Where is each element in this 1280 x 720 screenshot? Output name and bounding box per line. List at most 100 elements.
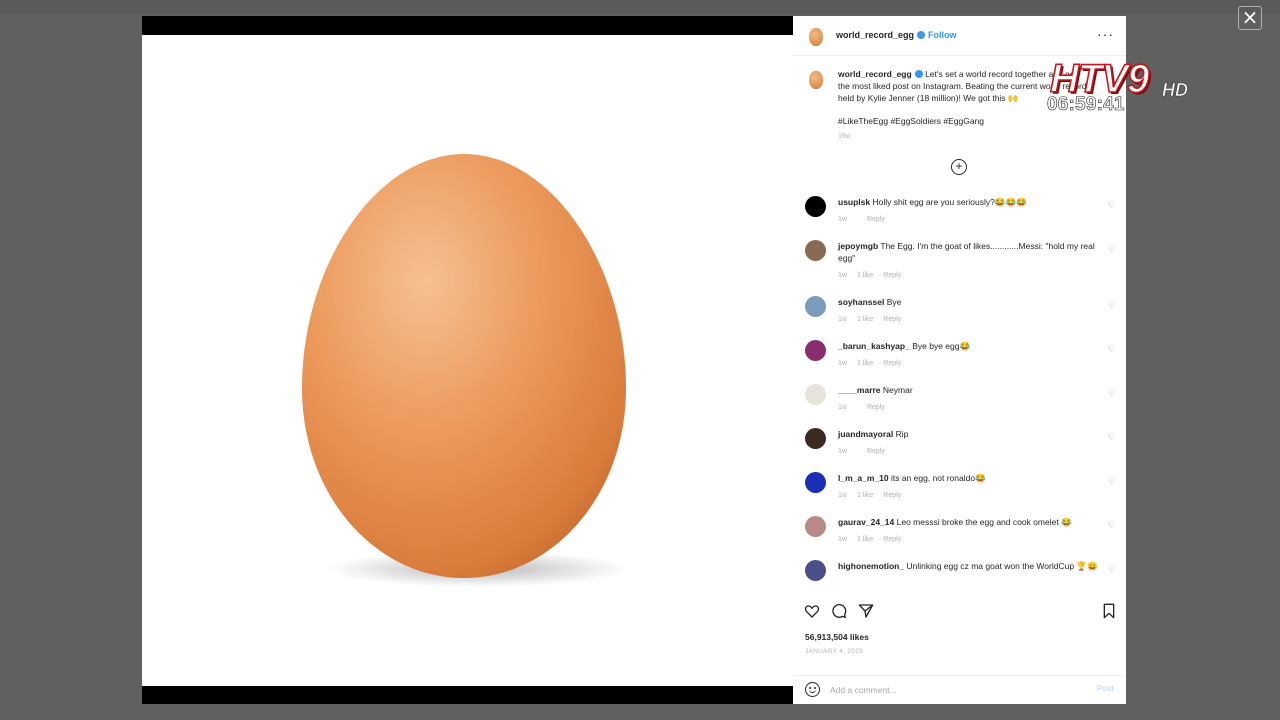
letterbox-bottom xyxy=(142,686,793,704)
comment-username[interactable]: juandmayoral xyxy=(838,429,893,439)
comment-time: 1w xyxy=(838,216,847,223)
post-image[interactable] xyxy=(142,16,793,704)
post-comment-button[interactable]: Post xyxy=(1097,684,1114,693)
comment-avatar[interactable] xyxy=(805,240,826,261)
comment-body: Leo messsi broke the egg and cook omelet… xyxy=(896,517,1072,527)
comment-meta: 1w 1 like Reply xyxy=(838,536,911,543)
bookmark-icon[interactable] xyxy=(1101,603,1117,619)
comment-heart-icon[interactable]: ♡ xyxy=(1108,300,1116,311)
comment-meta: 1w Reply xyxy=(838,448,895,455)
comment-time: 1w xyxy=(838,536,847,543)
comment-reply-button[interactable]: Reply xyxy=(883,316,901,323)
comment-username[interactable]: usuplsk xyxy=(838,197,870,207)
comment-item: juandmayoral Rip 1w Reply ♡ xyxy=(793,424,1126,468)
comment-heart-icon[interactable]: ♡ xyxy=(1108,388,1116,399)
comment-likes[interactable]: 1 like xyxy=(857,316,873,323)
comment-body: Holly shit egg are you seriously?😂😂😂 xyxy=(872,197,1027,207)
comment-likes[interactable]: 1 like xyxy=(857,272,873,279)
comment-text: soyhanssel Bye xyxy=(838,296,1100,308)
comment-time: 1w xyxy=(838,360,847,367)
comment-reply-button[interactable]: Reply xyxy=(883,272,901,279)
comment-heart-icon[interactable]: ♡ xyxy=(1108,564,1116,575)
emoji-icon[interactable] xyxy=(805,682,820,697)
comment-text: jepoymgb The Egg. I'm the goat of likes.… xyxy=(838,240,1100,264)
separator-dot: • xyxy=(920,30,924,40)
comment-meta: 1w Reply xyxy=(838,404,895,411)
comment-item: usuplsk Holly shit egg are you seriously… xyxy=(793,192,1126,236)
comment-likes[interactable]: 1 like xyxy=(857,536,873,543)
comment-icon[interactable] xyxy=(831,603,847,619)
comment-username[interactable]: ____marre xyxy=(838,385,881,395)
comment-likes[interactable]: 1 like xyxy=(857,492,873,499)
comment-item: ____marre Neymar 1w Reply ♡ xyxy=(793,380,1126,424)
comment-heart-icon[interactable]: ♡ xyxy=(1108,476,1116,487)
author-username[interactable]: world_record_egg xyxy=(836,30,926,40)
comment-avatar[interactable] xyxy=(805,384,826,405)
add-comment-input[interactable] xyxy=(830,682,1070,698)
comment-item: _barun_kashyap_ Bye bye egg😂 1w 1 like Rep… xyxy=(793,336,1126,380)
caption-hashtags[interactable]: #LikeTheEgg #EggSoldiers #EggGang xyxy=(838,116,984,126)
comment-reply-button[interactable]: Reply xyxy=(883,360,901,367)
comment-text: juandmayoral Rip xyxy=(838,428,1100,440)
comment-heart-icon[interactable]: ♡ xyxy=(1108,344,1116,355)
caption-avatar[interactable] xyxy=(809,71,823,89)
comment-item: highonemotion_ Unlinking egg cz ma goat … xyxy=(793,556,1126,588)
post-header: world_record_egg • Follow ··· xyxy=(793,16,1126,56)
comment-username[interactable]: highonemotion_ xyxy=(838,561,904,571)
comment-heart-icon[interactable]: ♡ xyxy=(1108,200,1116,211)
close-button[interactable]: × xyxy=(1238,6,1262,30)
comment-username[interactable]: soyhanssel xyxy=(838,297,884,307)
comment-avatar[interactable] xyxy=(805,196,826,217)
heart-icon[interactable] xyxy=(804,603,820,619)
author-avatar[interactable] xyxy=(809,28,823,46)
comment-avatar[interactable] xyxy=(805,560,826,581)
comment-avatar[interactable] xyxy=(805,428,826,449)
comment-username[interactable]: l_m_a_m_10 xyxy=(838,473,889,483)
comment-text: gaurav_24_14 Leo messsi broke the egg an… xyxy=(838,516,1100,528)
comment-meta: 1w 1 like Reply xyxy=(838,360,911,367)
caption-time: 16w xyxy=(838,133,851,140)
more-options-icon[interactable]: ··· xyxy=(1097,26,1114,42)
comment-item: soyhanssel Bye 1w 1 like Reply ♡ xyxy=(793,292,1126,336)
follow-button[interactable]: Follow xyxy=(928,30,957,40)
comment-body: its an egg, not ronaldo😂 xyxy=(890,473,986,483)
comment-reply-button[interactable]: Reply xyxy=(883,492,901,499)
caption-username[interactable]: world_record_egg xyxy=(838,69,912,79)
comment-text: highonemotion_ Unlinking egg cz ma goat … xyxy=(838,560,1100,572)
comment-likes[interactable]: 1 like xyxy=(857,360,873,367)
comment-username[interactable]: _barun_kashyap_ xyxy=(838,341,910,351)
tv-channel-overlay: HTV9 HD 06:59:41 xyxy=(1044,56,1200,117)
comment-avatar[interactable] xyxy=(805,340,826,361)
comment-avatar[interactable] xyxy=(805,516,826,537)
comment-username[interactable]: jepoymgb xyxy=(838,241,878,251)
comment-time: 1w xyxy=(838,272,847,279)
comment-heart-icon[interactable]: ♡ xyxy=(1108,520,1116,531)
comment-avatar[interactable] xyxy=(805,472,826,493)
comment-text: ____marre Neymar xyxy=(838,384,1100,396)
background-page-strip xyxy=(0,0,1280,14)
post-actions xyxy=(793,601,1126,623)
comment-body: Neymar xyxy=(882,385,913,395)
comment-meta: 1w Reply xyxy=(838,216,895,223)
comment-reply-button[interactable]: Reply xyxy=(867,448,885,455)
comment-time: 1w xyxy=(838,448,847,455)
likes-count[interactable]: 56,913,504 likes xyxy=(805,632,869,642)
comment-meta: 1w 1 like Reply xyxy=(838,492,911,499)
comment-heart-icon[interactable]: ♡ xyxy=(1108,432,1116,443)
load-more-comments-icon[interactable]: + xyxy=(951,159,967,175)
comment-time: 1w xyxy=(838,404,847,411)
comment-reply-button[interactable]: Reply xyxy=(883,536,901,543)
comment-avatar[interactable] xyxy=(805,296,826,317)
comment-body: Bye bye egg😂 xyxy=(912,341,971,351)
comment-item: l_m_a_m_10 its an egg, not ronaldo😂 1w 1 … xyxy=(793,468,1126,512)
comment-meta: 1w 1 like Reply xyxy=(838,316,911,323)
comment-text: l_m_a_m_10 its an egg, not ronaldo😂 xyxy=(838,472,1100,484)
comment-reply-button[interactable]: Reply xyxy=(867,216,885,223)
comments-list: usuplsk Holly shit egg are you seriously… xyxy=(793,192,1126,588)
comment-body: Unlinking egg cz ma goat won the WorldCu… xyxy=(906,561,1098,571)
share-icon[interactable] xyxy=(858,603,874,619)
comment-time: 1w xyxy=(838,316,847,323)
comment-username[interactable]: gaurav_24_14 xyxy=(838,517,894,527)
comment-heart-icon[interactable]: ♡ xyxy=(1108,244,1116,255)
comment-reply-button[interactable]: Reply xyxy=(867,404,885,411)
